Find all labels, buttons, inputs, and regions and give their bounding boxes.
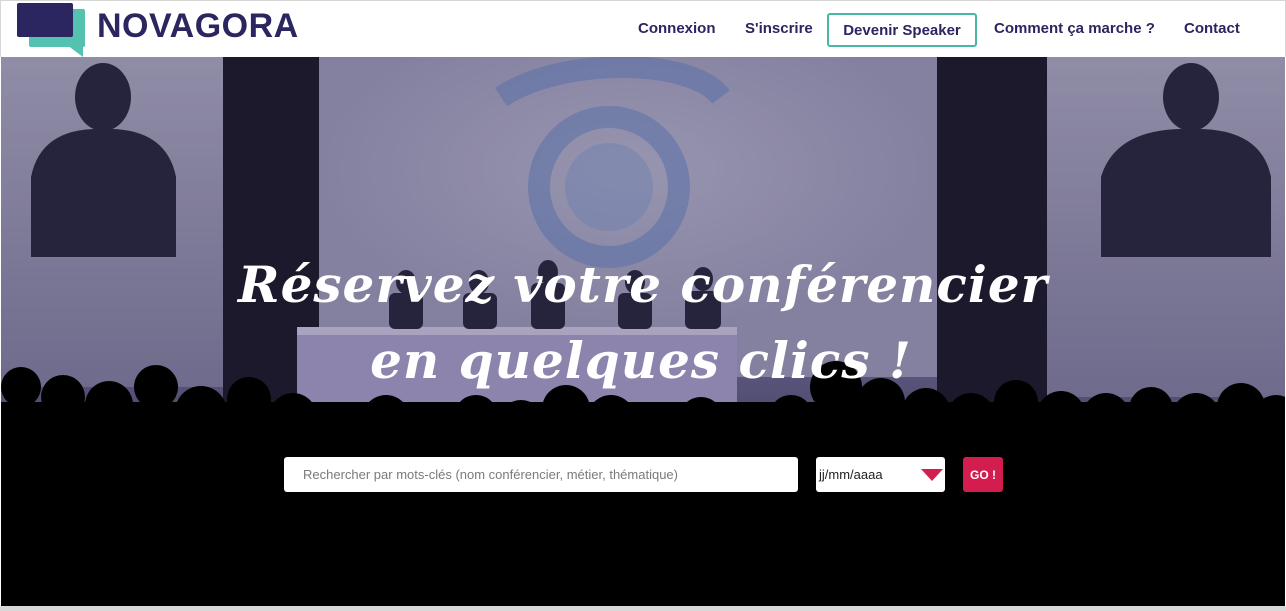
tagline-line-1: Réservez votre conférencier [238,255,1048,314]
date-picker[interactable]: jj/mm/aaaa [816,457,945,492]
tagline-line-2: en quelques clics ! [370,331,912,390]
triangle-down-icon[interactable] [921,469,943,481]
become-speaker-button[interactable]: Devenir Speaker [827,13,977,47]
go-search-button[interactable]: GO ! [963,457,1003,492]
keyword-search-input[interactable] [284,457,798,492]
logo-text: NOVAGORA [97,7,299,45]
nav-signup-link[interactable]: S'inscrire [745,20,813,37]
nav-contact-link[interactable]: Contact [1184,20,1240,37]
logo[interactable]: NOVAGORA [17,3,317,57]
nav-how-it-works-link[interactable]: Comment ça marche ? [994,20,1155,37]
nav-connexion-link[interactable]: Connexion [638,20,716,37]
date-placeholder: jj/mm/aaaa [819,467,883,482]
site-header: NOVAGORA Connexion S'inscrire Devenir Sp… [0,0,1286,57]
speech-bubble-logo-icon [17,3,85,57]
page-bottom-border [0,606,1286,611]
hero-section: Réservez votre conférencier en quelques … [1,57,1285,606]
hero-tagline: Réservez votre conférencier en quelques … [1,247,1285,399]
